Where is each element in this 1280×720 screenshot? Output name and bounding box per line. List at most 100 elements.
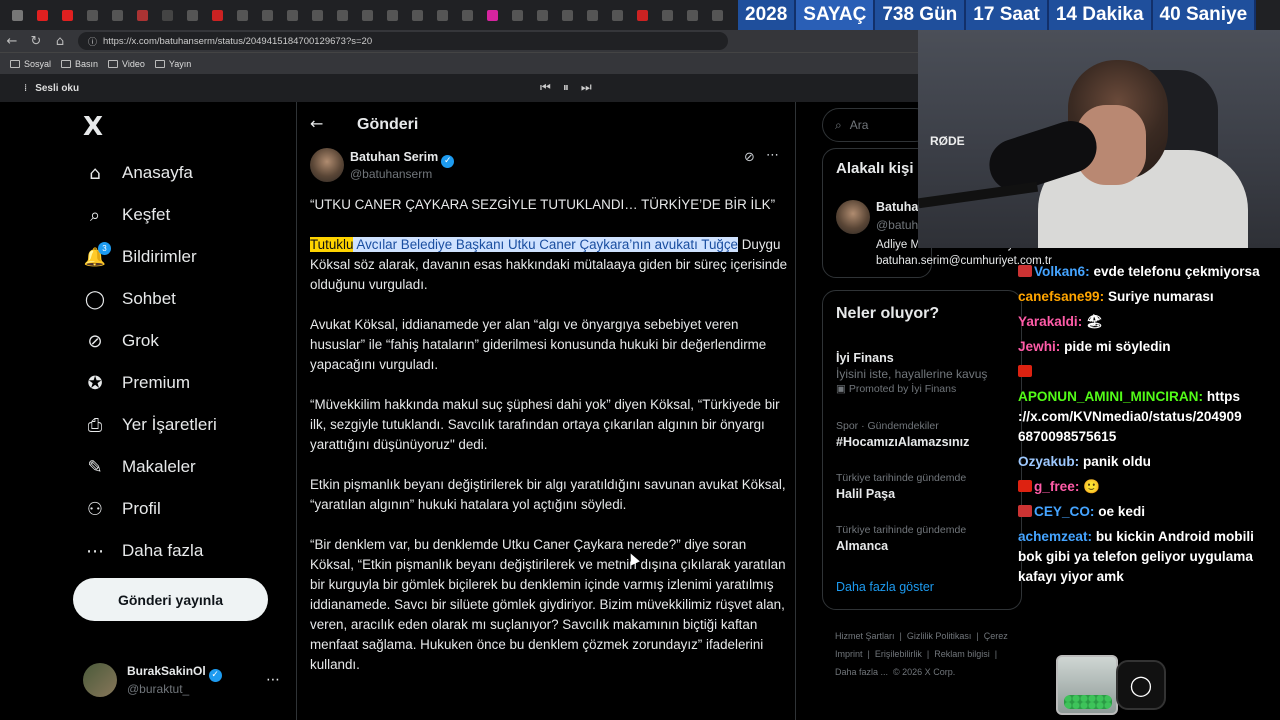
post-paragraph: Tutuklu Avcılar Belediye Başkanı Utku Ca… [310,235,788,295]
home-nav-icon[interactable]: ⌂ [48,34,72,49]
related-avatar[interactable] [836,200,870,234]
browser-tab[interactable] [206,5,229,25]
footer-link[interactable]: Imprint [835,649,863,659]
back-arrow-icon[interactable]: ← [310,114,323,133]
sidebar-item-9[interactable]: ⚇ Profil [70,488,285,530]
sidebar-item-6[interactable]: ✪ Premium [70,362,285,404]
post-more-icon[interactable]: ⋯ [766,148,779,163]
counter-label: SAYAÇ [796,0,876,30]
stream-chat: Volkan6: evde telefonu çekmiyorsa canefsa… [1018,262,1280,592]
browser-tab[interactable] [706,5,729,25]
browser-tab[interactable] [231,5,254,25]
browser-tab[interactable] [56,5,79,25]
chat-message: canefsane99: Suriye numarası [1018,289,1214,304]
trend-item[interactable]: Türkiye tarihinde gündemde Halil Paşa [836,472,1026,501]
footer-link[interactable]: © 2026 X Corp. [893,667,955,677]
bookmark-label: Video [122,58,145,69]
trend-item[interactable]: Türkiye tarihinde gündemde Almanca [836,524,1026,553]
browser-tab[interactable] [506,5,529,25]
browser-tab[interactable] [406,5,429,25]
sidebar-item-10[interactable]: ⋯ Daha fazla [70,530,285,572]
url-field[interactable]: ⓘ https://x.com/batuhanserm/status/20494… [78,32,728,50]
browser-tab[interactable] [81,5,104,25]
reload-icon[interactable]: ↻ [24,34,48,49]
bookmark-item[interactable]: Basın [61,59,98,69]
grok-explain-icon[interactable]: ⊘ [744,150,755,165]
trend-item[interactable]: Spor · Gündemdekiler #HocamızıAlamazsınız [836,420,1026,449]
browser-tab[interactable] [356,5,379,25]
b-icon [162,9,173,21]
browser-tab[interactable] [256,5,279,25]
pause-icon[interactable]: ⏸ [563,80,569,95]
x-icon [462,9,473,21]
x-icon [587,9,598,21]
bookmark-item[interactable]: Yayın [154,59,191,69]
read-aloud-icon[interactable]: ⁞ [24,83,27,94]
footer-links: Hizmet Şartları | Gizlilik Politikası | Çere… [835,627,1025,681]
read-aloud-label[interactable]: Sesli oku [35,83,79,94]
browser-tab[interactable] [281,5,304,25]
footer-link[interactable]: Çerez [984,631,1008,641]
browser-tab[interactable] [156,5,179,25]
browser-tab[interactable] [681,5,704,25]
browser-tab[interactable] [6,5,29,25]
bookmark-item[interactable]: Sosyal [10,59,51,69]
author-handle[interactable]: @batuhanserm [350,167,432,181]
author-name-row[interactable]: Batuhan Serim ✓ [350,150,455,168]
browser-tab[interactable] [131,5,154,25]
footer-link[interactable]: Hizmet Şartları [835,631,895,641]
previous-icon[interactable]: ⏮ [540,80,551,95]
browser-tab[interactable] [606,5,629,25]
browser-tab[interactable] [531,5,554,25]
browser-tab[interactable] [631,5,654,25]
browser-tab[interactable] [581,5,604,25]
related-handle[interactable]: @batuh [876,218,918,232]
x-icon [562,9,573,21]
bookmark-item[interactable]: Video [108,59,145,69]
chat-message: APONUN_AMINI_MINCIRAN: https ://x.com/KV… [1018,389,1242,444]
search-input[interactable]: ⌕ Ara [822,108,932,142]
x-icon [262,9,273,21]
x-logo[interactable]: X [83,112,103,142]
promoted-icon: ▣ [836,383,849,395]
browser-tab[interactable] [106,5,129,25]
chat-username: Yarakaldi [1018,314,1078,329]
browser-tab[interactable] [381,5,404,25]
account-more-icon[interactable]: ⋯ [266,672,280,688]
x-icon [337,9,348,21]
post-button[interactable]: Gönderi yayınla [73,578,268,621]
mic-brand: RØDE [930,134,965,148]
browser-tab[interactable] [331,5,354,25]
browser-tab[interactable] [656,5,679,25]
sidebar-item-8[interactable]: ✎ Makaleler [70,446,285,488]
footer-link[interactable]: Gizlilik Politikası [907,631,972,641]
account-switcher[interactable]: BurakSakinOl ✓ @buraktut_ ⋯ [83,660,288,700]
footer-link[interactable]: Reklam bilgisi [934,649,990,659]
sidebar-item-7[interactable]: ⎙ Yer İşaretleri [70,404,285,446]
author-avatar[interactable] [310,148,344,182]
site-info-icon[interactable]: ⓘ [88,35,97,48]
browser-tab[interactable] [481,5,504,25]
footer-link[interactable]: Daha fazla ... [835,667,888,677]
footer-separator: | [994,649,998,659]
sidebar-item-3[interactable]: 🔔 3 Bildirimler [70,236,285,278]
instagram-icon [487,9,498,21]
chat-text: 🙂 [1083,479,1101,494]
next-icon[interactable]: ⏭ [581,80,592,95]
browser-tab[interactable] [306,5,329,25]
sidebar-item-2[interactable]: ⌕ Keşfet [70,194,285,236]
browser-tab[interactable] [431,5,454,25]
sidebar-item-label: Bildirimler [122,247,197,266]
footer-link[interactable]: Erişilebilirlik [875,649,922,659]
sidebar-item-4[interactable]: ◯ Sohbet [70,278,285,320]
trend-item[interactable]: İyi Finans İyisini iste, hayallerine kavu… [836,348,1026,395]
back-icon[interactable]: ← [0,34,24,49]
browser-tab[interactable] [556,5,579,25]
show-more-link[interactable]: Daha fazla göster [836,580,934,594]
browser-tab[interactable] [31,5,54,25]
sidebar-item-1[interactable]: ⌂ Anasayfa [70,152,285,194]
browser-tab[interactable] [456,5,479,25]
browser-tab[interactable] [181,5,204,25]
sidebar-item-5[interactable]: ⊘ Grok [70,320,285,362]
x-icon [362,9,373,21]
